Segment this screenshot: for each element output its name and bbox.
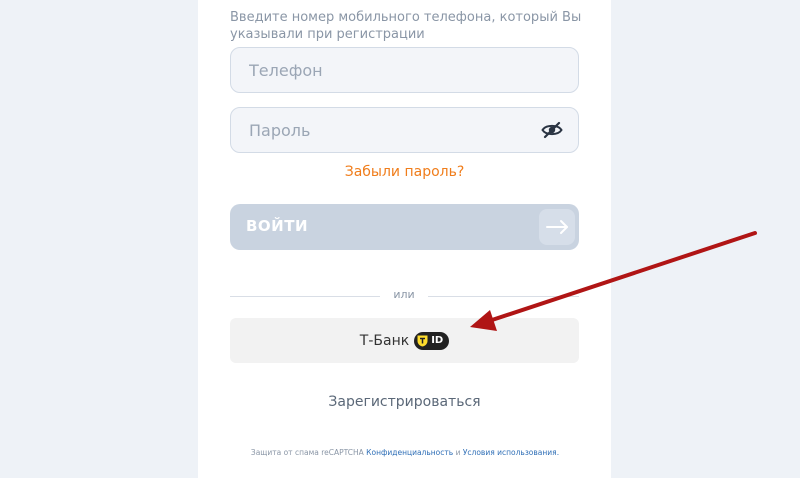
or-separator: или [393,288,415,301]
legal-conjunction: и [455,448,461,457]
eye-slash-icon[interactable] [541,120,563,140]
phone-field[interactable] [230,47,579,93]
login-button-label: ВОЙТИ [246,217,309,235]
divider-right [428,296,579,297]
form-hint: Введите номер мобильного телефона, котор… [230,10,582,42]
divider-left [230,296,380,297]
password-field[interactable] [230,107,579,153]
terms-link[interactable]: Условия использования. [463,448,559,457]
login-button[interactable]: ВОЙТИ [230,204,579,250]
tbank-id-button[interactable]: Т-Банк ID [230,318,579,363]
privacy-link[interactable]: Конфиденциальность [366,448,453,457]
tbank-shield-icon [417,335,428,346]
register-link[interactable]: Зарегистрироваться [230,394,579,410]
forgot-password-link[interactable]: Забыли пароль? [230,164,579,180]
phone-input[interactable] [249,48,539,92]
arrow-right-icon [539,209,575,245]
tbank-id-text: ID [431,335,444,346]
tbank-id-badge: ID [414,331,450,350]
recaptcha-notice: Защита от спама reCAPTCHA Конфиденциальн… [200,448,610,457]
tbank-label: Т-Банк [359,332,410,349]
password-input[interactable] [249,108,539,152]
recaptcha-prefix: Защита от спама reCAPTCHA [250,448,364,457]
